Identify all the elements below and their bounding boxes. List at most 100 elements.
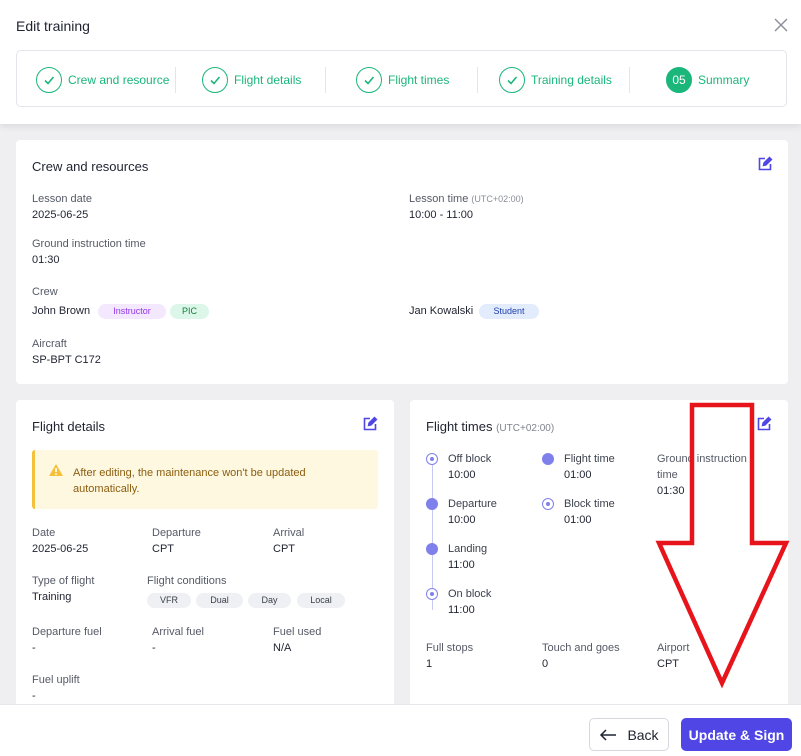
crew-member-name: Jan Kowalski bbox=[409, 305, 474, 317]
step-label: Crew and resource bbox=[68, 72, 170, 87]
lesson-time-value: 10:00 - 11:00 bbox=[409, 209, 474, 221]
step-flight-times[interactable]: Flight times bbox=[356, 51, 449, 108]
arrival-value: CPT bbox=[273, 543, 295, 555]
block-time-label: Block time bbox=[564, 498, 615, 510]
crew-label: Crew bbox=[32, 286, 58, 298]
ground-instruction-label: Ground instruction time bbox=[32, 238, 146, 250]
lesson-date-label: Lesson date bbox=[32, 193, 92, 205]
step-label: Training details bbox=[531, 72, 612, 87]
step-indicator: Crew and resource Flight details Flight … bbox=[16, 50, 787, 107]
fuel-uplift-label: Fuel uplift bbox=[32, 674, 80, 686]
crew-member-name: John Brown bbox=[32, 305, 91, 317]
section-title: Crew and resources bbox=[32, 159, 149, 174]
departure-fuel-value: - bbox=[32, 642, 36, 654]
timeline-dot-ring-icon bbox=[426, 453, 438, 465]
departure-label: Departure bbox=[152, 527, 201, 539]
step-summary[interactable]: 05 Summary bbox=[666, 51, 749, 108]
role-badge: Instructor bbox=[98, 304, 166, 319]
arrival-label: Arrival bbox=[273, 527, 305, 539]
departure-time-value: 10:00 bbox=[448, 514, 476, 526]
step-label: Flight details bbox=[234, 72, 302, 87]
check-icon bbox=[36, 66, 62, 93]
type-of-flight-label: Type of flight bbox=[32, 575, 95, 587]
back-button-label: Back bbox=[627, 726, 659, 743]
condition-tag: Local bbox=[297, 593, 345, 608]
condition-tag: VFR bbox=[147, 593, 191, 608]
warning-text: After editing, the maintenance won't be … bbox=[73, 467, 306, 495]
date-label: Date bbox=[32, 527, 56, 539]
step-divider bbox=[629, 67, 630, 93]
lesson-time-label: Lesson time (UTC+02:00) bbox=[409, 193, 524, 205]
step-label: Summary bbox=[698, 72, 750, 87]
flight-details-card: Flight details After editing, the mainte… bbox=[16, 400, 394, 704]
full-stops-value: 1 bbox=[426, 658, 433, 670]
warning-icon bbox=[49, 464, 63, 476]
section-title: Flight details bbox=[32, 419, 105, 434]
block-time-dot-icon bbox=[542, 498, 554, 510]
timeline-dot-icon bbox=[426, 543, 438, 555]
role-badge: PIC bbox=[170, 304, 209, 319]
off-block-label: Off block bbox=[448, 453, 492, 465]
arrival-fuel-label: Arrival fuel bbox=[152, 626, 204, 638]
step-divider bbox=[477, 67, 478, 93]
ground-instruction-label-cont: time bbox=[657, 469, 678, 481]
date-value: 2025-06-25 bbox=[32, 543, 89, 555]
lesson-date-value: 2025-06-25 bbox=[32, 209, 89, 221]
fuel-used-label: Fuel used bbox=[273, 626, 322, 638]
edit-icon[interactable] bbox=[362, 416, 378, 432]
update-sign-button[interactable]: Update & Sign bbox=[681, 718, 792, 751]
update-sign-label: Update & Sign bbox=[688, 726, 785, 743]
step-training-details[interactable]: Training details bbox=[499, 51, 612, 108]
condition-tag: Dual bbox=[196, 593, 243, 608]
touch-and-goes-label: Touch and goes bbox=[542, 642, 620, 654]
crew-resources-card: Crew and resources Lesson date 2025-06-2… bbox=[16, 140, 788, 384]
step-divider bbox=[175, 67, 176, 93]
fuel-used-value: N/A bbox=[273, 642, 292, 654]
aircraft-value: SP-BPT C172 bbox=[32, 354, 101, 366]
ground-instruction-value: 01:30 bbox=[657, 485, 685, 497]
fuel-uplift-value: - bbox=[32, 690, 36, 702]
dialog-title: Edit training bbox=[16, 18, 90, 34]
step-crew-and-resource[interactable]: Crew and resource bbox=[36, 51, 169, 108]
timezone: (UTC+02:00) bbox=[471, 194, 524, 204]
touch-and-goes-value: 0 bbox=[542, 658, 549, 670]
step-divider bbox=[325, 67, 326, 93]
timeline-dot-icon bbox=[426, 498, 438, 510]
edit-icon[interactable] bbox=[757, 156, 773, 172]
airport-value: CPT bbox=[657, 658, 679, 670]
airport-label: Airport bbox=[657, 642, 690, 654]
departure-fuel-label: Departure fuel bbox=[32, 626, 102, 638]
flight-time-label: Flight time bbox=[564, 453, 615, 465]
flight-conditions-label: Flight conditions bbox=[147, 575, 227, 587]
condition-tag: Day bbox=[248, 593, 291, 608]
departure-value: CPT bbox=[152, 543, 174, 555]
edit-icon[interactable] bbox=[756, 416, 772, 432]
full-stops-label: Full stops bbox=[426, 642, 474, 654]
arrival-fuel-value: - bbox=[152, 642, 156, 654]
flight-time-dot-icon bbox=[542, 453, 554, 465]
dialog-header: Edit training Crew and resource Flight d… bbox=[0, 0, 801, 124]
landing-label: Landing bbox=[448, 543, 488, 555]
timezone: (UTC+02:00) bbox=[496, 423, 555, 434]
step-flight-details[interactable]: Flight details bbox=[202, 51, 301, 108]
step-label: Flight times bbox=[388, 72, 450, 87]
ground-instruction-value: 01:30 bbox=[32, 254, 60, 266]
close-icon[interactable] bbox=[772, 16, 790, 34]
step-number: 05 bbox=[666, 66, 692, 93]
timeline-dot-ring-icon bbox=[426, 588, 438, 600]
check-icon bbox=[356, 66, 382, 93]
aircraft-label: Aircraft bbox=[32, 338, 67, 350]
dialog-footer: Back Update & Sign bbox=[0, 704, 801, 756]
on-block-value: 11:00 bbox=[448, 604, 475, 616]
type-of-flight-value: Training bbox=[32, 591, 72, 603]
block-time-value: 01:00 bbox=[564, 514, 592, 526]
off-block-value: 10:00 bbox=[448, 469, 476, 481]
arrow-left-icon bbox=[600, 728, 617, 741]
flight-time-value: 01:00 bbox=[564, 469, 592, 481]
flight-times-card: Flight times (UTC+02:00) Off block 10:00… bbox=[410, 400, 788, 704]
back-button[interactable]: Back bbox=[589, 718, 669, 751]
maintenance-warning: After editing, the maintenance won't be … bbox=[32, 450, 378, 509]
check-icon bbox=[202, 66, 228, 93]
ground-instruction-label: Ground instruction bbox=[657, 453, 747, 465]
role-badge: Student bbox=[479, 304, 539, 319]
